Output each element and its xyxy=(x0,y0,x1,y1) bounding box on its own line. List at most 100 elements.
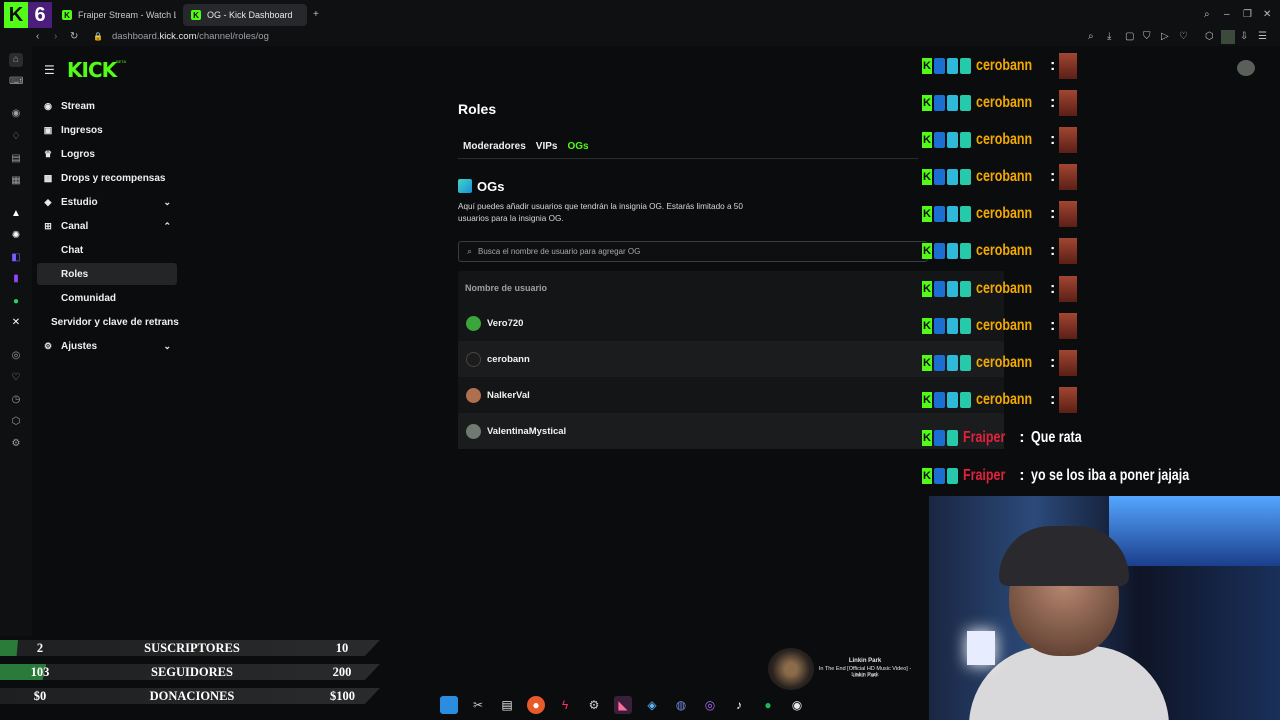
snipping-icon[interactable]: ✂ xyxy=(469,696,487,714)
pin-icon[interactable]: ⤓ xyxy=(1107,30,1111,44)
screenshot-icon[interactable]: ▢ xyxy=(1125,30,1134,44)
discord-icon[interactable]: ◍ xyxy=(672,696,690,714)
app-badge-icon[interactable]: ◧ xyxy=(9,251,23,265)
sidebar-item-chat[interactable]: Chat xyxy=(37,239,177,261)
app-orange-icon[interactable]: ● xyxy=(527,696,545,714)
play-icon[interactable]: ▷ xyxy=(1161,30,1169,44)
user-avatar[interactable] xyxy=(1237,60,1255,76)
chat-badge-icon xyxy=(960,95,971,111)
x-icon[interactable]: ✕ xyxy=(9,316,23,330)
home-icon[interactable]: ⌂ xyxy=(9,53,23,67)
chat-message: Kcerobann: xyxy=(922,201,1078,227)
url-field[interactable]: dashboard.kick.com/channel/roles/og xyxy=(112,31,269,42)
shield-icon[interactable]: ⛉ xyxy=(1143,30,1151,44)
goal-current: 2 xyxy=(36,641,44,655)
chat-badge-icon xyxy=(947,281,958,297)
reload-icon[interactable]: ↻ xyxy=(70,30,78,44)
sidebar-item-stream[interactable]: ◉ Stream xyxy=(37,95,177,117)
gamepad-icon[interactable]: ⌨ xyxy=(9,75,23,89)
twitch-icon[interactable]: ▮ xyxy=(9,272,23,286)
news-icon[interactable]: ▦ xyxy=(9,174,23,188)
stream-icon: ◉ xyxy=(44,100,52,111)
favorites-icon[interactable]: ♡ xyxy=(9,371,23,385)
sidebar-item-canal[interactable]: ⊞ Canal ⌃ xyxy=(37,215,177,237)
chat-emote-icon xyxy=(1059,164,1078,190)
app-pink-icon[interactable]: ◣ xyxy=(614,696,632,714)
chat-username: cerobann xyxy=(976,205,1033,222)
sidebar-item-ajustes[interactable]: ⚙ Ajustes ⌄ xyxy=(37,335,177,357)
sidebar-item-servidor[interactable]: Servidor y clave de retrans xyxy=(37,311,187,333)
gift-icon: ▩ xyxy=(43,172,53,183)
sidebar-item-drops[interactable]: ▩ Drops y recompensas xyxy=(37,167,177,189)
chat-username: cerobann xyxy=(976,242,1033,259)
app-number-icon[interactable]: 6 xyxy=(28,2,52,28)
forward-icon[interactable]: › xyxy=(54,30,57,44)
calendar-icon[interactable]: ▤ xyxy=(9,152,23,166)
sidebar-item-comunidad[interactable]: Comunidad xyxy=(37,287,177,309)
app-purple-icon[interactable]: ◎ xyxy=(701,696,719,714)
tab-ogs[interactable]: OGs xyxy=(567,141,588,152)
extensions-icon[interactable]: ⬡ xyxy=(1205,30,1214,44)
search-icon[interactable]: ⌕ xyxy=(1204,8,1210,22)
minimize-icon[interactable]: – xyxy=(1224,8,1230,22)
goal-current: $0 xyxy=(33,689,47,703)
og-search-box: ⌕ xyxy=(458,241,928,262)
tab-vips[interactable]: VIPs xyxy=(536,141,558,152)
tab-fraiper-stream[interactable]: K Fraiper Stream - Watch Li xyxy=(54,4,176,26)
tiktok-icon[interactable]: ♪ xyxy=(730,696,748,714)
eye-icon[interactable]: ◉ xyxy=(9,107,23,121)
extensions-icon[interactable]: ⬡ xyxy=(9,415,23,429)
goal-bar-seguidores: 103 SEGUIDORES 200 xyxy=(0,662,380,682)
sidebar-item-logros[interactable]: ♛ Logros xyxy=(37,143,177,165)
whatsapp-icon[interactable]: ● xyxy=(9,295,23,309)
url-host: kick.com xyxy=(159,31,197,42)
back-icon[interactable]: ‹ xyxy=(36,30,39,44)
windows-start-icon[interactable] xyxy=(440,696,458,714)
kick-logo[interactable]: KICK xyxy=(67,58,117,82)
chat-text: yo se los iba a poner jajaja xyxy=(1030,467,1189,484)
chevron-down-icon: ⌄ xyxy=(163,340,171,351)
app-icon[interactable]: ▲ xyxy=(9,207,23,221)
openai-icon[interactable]: ✺ xyxy=(9,229,23,243)
og-search-input[interactable] xyxy=(478,244,898,259)
chat-badge-icon xyxy=(960,132,971,148)
app-blue-icon[interactable]: ◈ xyxy=(643,696,661,714)
sidebar-item-estudio[interactable]: ◆ Estudio ⌄ xyxy=(37,191,177,213)
bolt-icon[interactable]: ϟ xyxy=(556,696,574,714)
chat-text: Que rata xyxy=(1030,429,1082,446)
section-title: OGs xyxy=(477,179,505,194)
history-icon[interactable]: ◷ xyxy=(9,393,23,407)
chat-colon: : xyxy=(1050,168,1056,185)
sidebar-item-roles[interactable]: Roles xyxy=(37,263,177,285)
tab-moderadores[interactable]: Moderadores xyxy=(463,141,526,152)
chevron-up-icon: ⌃ xyxy=(163,220,171,231)
zoom-icon[interactable]: ⌕ xyxy=(1088,30,1094,44)
chat-badge-icon xyxy=(947,392,958,408)
goal-target: 200 xyxy=(332,665,352,679)
leaf-icon[interactable]: ♢ xyxy=(9,130,23,144)
chat-username: cerobann xyxy=(976,57,1033,74)
steam-icon[interactable]: ⚙ xyxy=(585,696,603,714)
chat-message: K Fraiper: yo se los iba a poner jajaja xyxy=(922,463,1233,489)
new-tab-icon[interactable]: + xyxy=(313,8,319,22)
spotify-icon[interactable]: ● xyxy=(759,696,777,714)
settings-icon[interactable]: ⚙ xyxy=(9,437,23,451)
heart-icon[interactable]: ♡ xyxy=(1179,30,1188,44)
kick-favicon-icon: K xyxy=(62,10,72,20)
hamburger-menu-icon[interactable]: ☰ xyxy=(44,63,55,77)
notepad-icon[interactable]: ▤ xyxy=(498,696,516,714)
tab-og-dashboard[interactable]: K OG - Kick Dashboard xyxy=(183,4,307,26)
chat-message: Kcerobann: xyxy=(922,387,1078,413)
sidebar-item-label: Ajustes xyxy=(61,340,98,352)
downloads-icon[interactable]: ⇩ xyxy=(1240,30,1248,44)
profile-avatar[interactable] xyxy=(1221,30,1235,44)
maximize-icon[interactable]: ❐ xyxy=(1243,8,1252,22)
obs-icon[interactable]: ◉ xyxy=(788,696,806,714)
music-icon[interactable]: ◎ xyxy=(9,349,23,363)
menu-icon[interactable]: ☰ xyxy=(1258,30,1267,44)
money-icon: ▣ xyxy=(43,124,53,135)
avatar xyxy=(466,387,481,403)
close-icon[interactable]: ✕ xyxy=(1263,8,1271,22)
kick-app-icon[interactable]: K xyxy=(4,2,28,28)
sidebar-item-ingresos[interactable]: ▣ Ingresos xyxy=(37,119,177,141)
